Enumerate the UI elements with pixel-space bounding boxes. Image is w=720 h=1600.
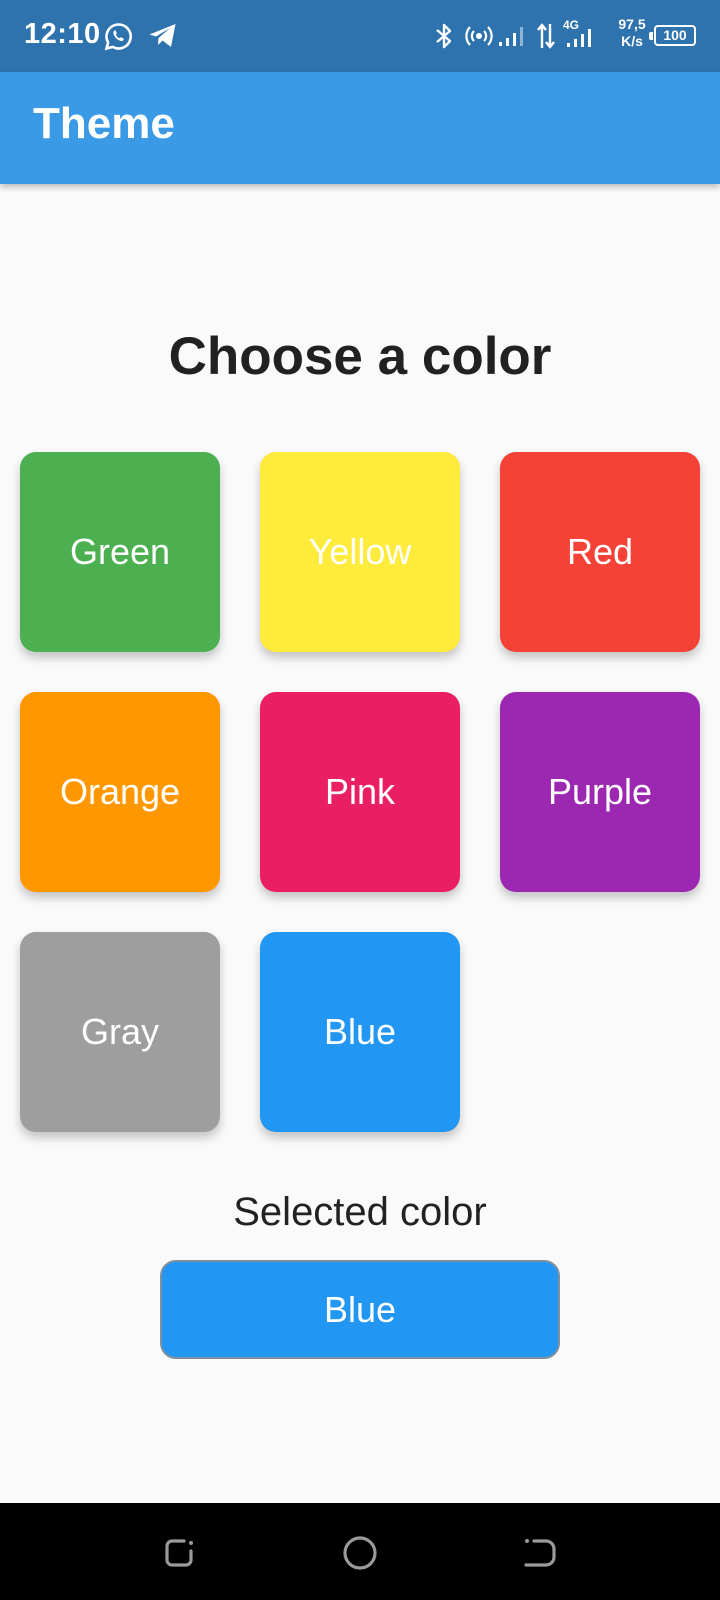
network-speed-unit: K/s (621, 33, 643, 49)
color-tile-pink[interactable]: Pink (260, 692, 460, 892)
back-icon[interactable] (520, 1533, 560, 1573)
network-speed: 97,5 K/s (612, 16, 652, 50)
signal-4g-icon (567, 29, 591, 47)
status-time: 12:10 (24, 18, 101, 50)
color-tile-blue[interactable]: Blue (260, 932, 460, 1132)
color-tile-green[interactable]: Green (20, 452, 220, 652)
bluetooth-icon (436, 23, 452, 49)
home-icon[interactable] (340, 1533, 380, 1573)
color-tile-label: Yellow (308, 531, 412, 572)
color-tile-purple[interactable]: Purple (500, 692, 700, 892)
selected-color-label: Selected color (233, 1190, 487, 1234)
color-tile-label: Gray (80, 1011, 159, 1052)
status-bar: 12:10 4G 97,5 K/s 100 (0, 0, 720, 72)
selected-color-value: Blue (323, 1288, 397, 1330)
whatsapp-icon (104, 23, 132, 51)
recents-icon[interactable] (160, 1533, 200, 1573)
signal-icon (499, 27, 523, 46)
color-tile-label: Purple (547, 771, 653, 812)
color-tile-orange[interactable]: Orange (20, 692, 220, 892)
battery-level: 100 (663, 27, 687, 43)
hotspot-icon (465, 26, 493, 46)
page-heading: Choose a color (168, 327, 552, 386)
network-speed-value: 97,5 (618, 16, 646, 32)
selected-color-button[interactable]: Blue (160, 1260, 560, 1359)
color-tile-label: Green (69, 531, 171, 572)
color-tile-label: Pink (324, 771, 396, 812)
battery-icon: 100 (649, 25, 696, 46)
color-tile-gray[interactable]: Gray (20, 932, 220, 1132)
telegram-icon (149, 24, 176, 47)
system-nav-bar (0, 1503, 720, 1600)
color-tile-label: Orange (59, 771, 181, 812)
app-bar: Theme (0, 72, 720, 184)
data-arrows-icon (537, 23, 555, 49)
app-title: Theme (33, 99, 175, 148)
color-tile-yellow[interactable]: Yellow (260, 452, 460, 652)
color-tile-label: Red (566, 531, 634, 572)
color-tile-label: Blue (323, 1011, 397, 1052)
color-tile-red[interactable]: Red (500, 452, 700, 652)
